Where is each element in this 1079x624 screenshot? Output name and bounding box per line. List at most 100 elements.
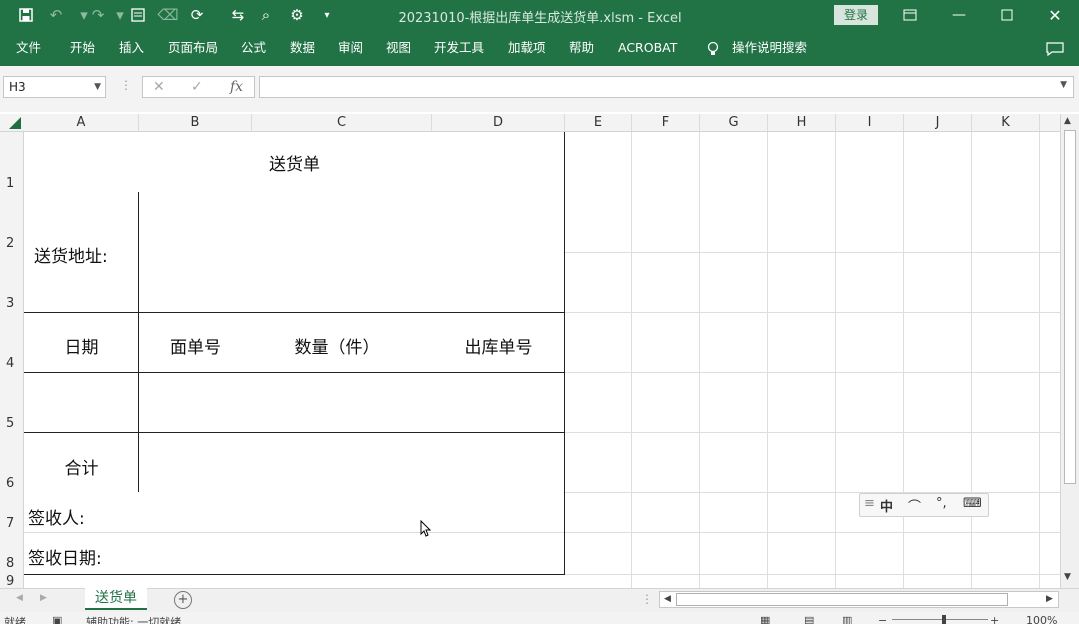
zoom-in-icon[interactable]: + — [990, 614, 999, 624]
row-header-2[interactable]: 2 — [0, 236, 23, 251]
tab-formulas[interactable]: 公式 — [241, 30, 266, 66]
ime-moon-icon[interactable]: ⌒ — [908, 496, 921, 515]
ime-punctuation-icon[interactable]: °, — [936, 496, 947, 511]
tab-view[interactable]: 视图 — [386, 30, 411, 66]
clear-format-icon[interactable]: ⌫ — [154, 0, 182, 30]
cell-qty-header: 数量（件） — [294, 338, 380, 358]
formula-input[interactable]: ▼ — [259, 76, 1074, 98]
zoom-slider[interactable] — [892, 619, 988, 620]
tab-data[interactable]: 数据 — [290, 30, 315, 66]
column-header-E[interactable]: E — [565, 114, 632, 131]
expand-formula-icon[interactable]: ▼ — [1060, 80, 1067, 90]
scroll-up-icon[interactable]: ▲ — [1064, 116, 1071, 126]
minimize-icon[interactable]: — — [936, 0, 982, 30]
formula-bar: H3 ▼ ⋮ ✕ ✓ fx ▼ — [0, 66, 1079, 112]
prev-sheet-icon[interactable]: ◀ — [16, 593, 23, 603]
vertical-scrollbar[interactable]: ▲ ▼ — [1060, 114, 1079, 588]
scroll-right-icon[interactable]: ▶ — [1046, 594, 1053, 604]
select-all-corner[interactable] — [0, 114, 24, 131]
ime-mode-icon[interactable]: 中 — [880, 496, 893, 515]
scroll-down-icon[interactable]: ▼ — [1064, 572, 1071, 582]
sheet-tab-delivery[interactable]: 送货单 — [85, 588, 147, 610]
row-header-3[interactable]: 3 — [0, 296, 23, 311]
column-header-J[interactable]: J — [904, 114, 972, 131]
close-icon[interactable]: ✕ — [1032, 0, 1078, 30]
row-header-1[interactable]: 1 — [0, 176, 23, 191]
form-icon[interactable] — [124, 0, 152, 30]
row-header-7[interactable]: 7 — [0, 516, 23, 531]
macro-record-icon[interactable]: ▣ — [52, 614, 62, 624]
row-header-4[interactable]: 4 — [0, 356, 23, 371]
ime-grip-icon[interactable]: ≡ — [864, 496, 875, 511]
ribbon-display-icon[interactable] — [887, 0, 933, 30]
add-sheet-icon[interactable]: + — [174, 591, 192, 609]
enter-icon[interactable]: ✓ — [191, 77, 203, 97]
tab-splitter-icon[interactable]: ⋮ — [641, 592, 653, 606]
border-line — [24, 574, 565, 575]
comments-icon[interactable] — [1046, 30, 1064, 66]
tab-developer[interactable]: 开发工具 — [434, 30, 484, 66]
cell-sign-date-label: 签收日期: — [28, 549, 102, 569]
gridline — [699, 132, 700, 588]
print-preview-icon[interactable]: ⌕ — [252, 0, 280, 30]
name-box-value: H3 — [9, 80, 26, 94]
tab-insert[interactable]: 插入 — [119, 30, 144, 66]
ime-keyboard-icon[interactable]: ⌨ — [963, 496, 982, 511]
tab-page-layout[interactable]: 页面布局 — [168, 30, 218, 66]
normal-view-icon[interactable]: ▦ — [760, 614, 770, 624]
sheet-tab-bar: ◀ ▶ 送货单 + ⋮ ◀ ▶ — [0, 588, 1079, 612]
worksheet-grid[interactable]: 送货单 送货地址: 日期 面单号 数量（件） 出库单号 合计 签收人: 签收日期… — [24, 132, 1060, 588]
tab-add-ins[interactable]: 加载项 — [508, 30, 546, 66]
name-box-dropdown-icon[interactable]: ▼ — [94, 77, 101, 97]
column-header-D[interactable]: D — [432, 114, 565, 131]
horizontal-scrollbar[interactable]: ◀ ▶ — [659, 591, 1059, 608]
page-break-view-icon[interactable]: ▥ — [842, 614, 852, 624]
row-header-8[interactable]: 8 — [0, 556, 23, 571]
row-header-6[interactable]: 6 — [0, 476, 23, 491]
row-headers: 1 2 3 4 5 6 7 8 9 — [0, 132, 24, 588]
vertical-scroll-thumb[interactable] — [1064, 130, 1076, 484]
accessibility-status[interactable]: 辅助功能: 一切就绪 — [86, 614, 181, 624]
tab-review[interactable]: 审阅 — [338, 30, 363, 66]
save-icon[interactable] — [12, 0, 40, 30]
column-header-K[interactable]: K — [972, 114, 1040, 131]
insert-function-icon[interactable]: fx — [230, 77, 243, 97]
next-sheet-icon[interactable]: ▶ — [40, 593, 47, 603]
tab-file[interactable]: 文件 — [16, 30, 41, 66]
row-header-9[interactable]: 9 — [0, 574, 23, 586]
zoom-level[interactable]: 100% — [1026, 614, 1057, 624]
ime-toolbar[interactable]: ≡ 中 ⌒ °, ⌨ — [859, 493, 989, 517]
name-box[interactable]: H3 ▼ — [3, 76, 106, 98]
window-title: 20231010-根据出库单生成送货单.xlsm - Excel — [398, 11, 682, 26]
tab-acrobat[interactable]: ACROBAT — [618, 30, 677, 66]
cancel-icon[interactable]: ✕ — [153, 77, 165, 97]
zoom-out-icon[interactable]: − — [878, 614, 887, 624]
formula-bar-splitter[interactable]: ⋮ — [120, 78, 132, 92]
macro-icon[interactable]: ⚙ — [283, 0, 311, 30]
login-button[interactable]: 登录 — [834, 5, 878, 25]
tab-home[interactable]: 开始 — [70, 30, 95, 66]
column-header-H[interactable]: H — [768, 114, 836, 131]
zoom-slider-thumb[interactable] — [942, 615, 946, 624]
status-bar: 就绪 ▣ 辅助功能: 一切就绪 ▦ ▤ ▥ − + 100% — [0, 612, 1079, 624]
column-header-G[interactable]: G — [700, 114, 768, 131]
tell-me-search[interactable]: 操作说明搜索 — [732, 30, 807, 66]
column-header-F[interactable]: F — [632, 114, 700, 131]
maximize-icon[interactable] — [984, 0, 1030, 30]
ribbon-tabs: 文件 开始 插入 页面布局 公式 数据 审阅 视图 开发工具 加载项 帮助 AC… — [0, 30, 1079, 66]
column-header-I[interactable]: I — [836, 114, 904, 131]
page-layout-view-icon[interactable]: ▤ — [804, 614, 814, 624]
convert-icon[interactable]: ⇆ — [224, 0, 252, 30]
undo-icon[interactable]: ↶ — [42, 0, 70, 30]
gridline — [1039, 132, 1040, 588]
scroll-left-icon[interactable]: ◀ — [664, 594, 671, 604]
column-header-A[interactable]: A — [24, 114, 139, 131]
column-header-B[interactable]: B — [139, 114, 252, 131]
column-header-C[interactable]: C — [252, 114, 432, 131]
tab-help[interactable]: 帮助 — [569, 30, 594, 66]
border-line — [24, 432, 565, 433]
horizontal-scroll-thumb[interactable] — [676, 593, 1008, 606]
row-header-5[interactable]: 5 — [0, 416, 23, 431]
border-line — [24, 372, 565, 373]
refresh-icon[interactable]: ⟳ — [183, 0, 211, 30]
